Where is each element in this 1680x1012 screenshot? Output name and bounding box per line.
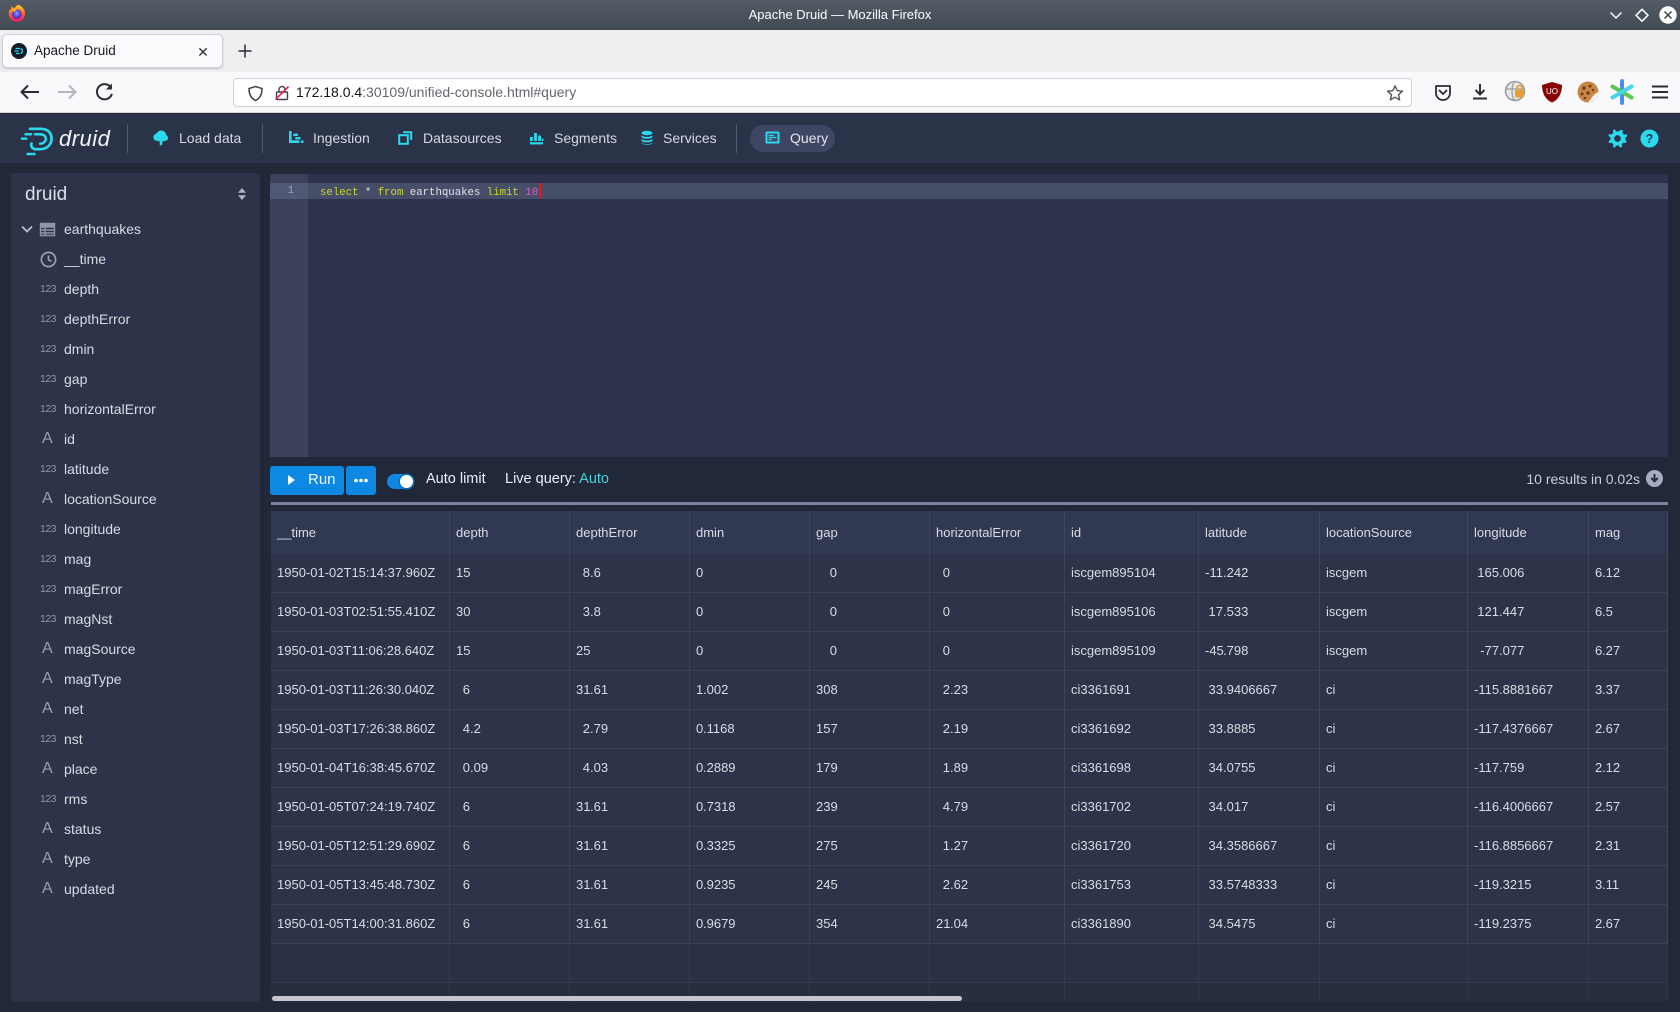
- svg-text:UO: UO: [1546, 87, 1558, 96]
- svg-text:?: ?: [1646, 132, 1654, 146]
